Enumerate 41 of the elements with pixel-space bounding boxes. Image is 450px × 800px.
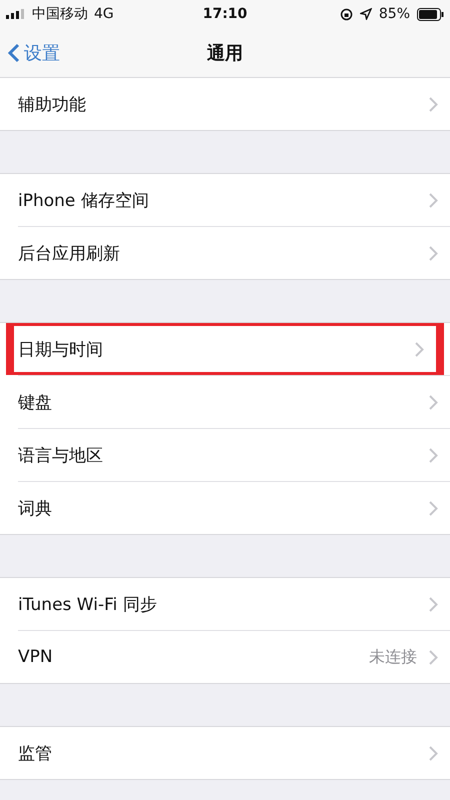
row-label: 语言与地区 xyxy=(18,444,104,466)
row-label: VPN xyxy=(18,647,54,667)
row-label: 键盘 xyxy=(18,392,53,414)
carrier-name: 中国移动 xyxy=(32,5,88,23)
chevron-icon xyxy=(429,596,438,612)
row-label: iPhone 储存空间 xyxy=(18,190,150,212)
back-chevron-icon xyxy=(8,42,20,62)
settings-row[interactable]: iTunes Wi-Fi 同步 xyxy=(0,578,450,630)
row-label: 辅助功能 xyxy=(18,94,87,116)
location-icon xyxy=(360,8,372,20)
row-label: 后台应用刷新 xyxy=(18,242,121,264)
settings-row[interactable]: 辅助功能 xyxy=(0,78,450,130)
settings-row[interactable]: VPN 未连接 xyxy=(0,631,450,683)
settings-row[interactable]: 键盘 xyxy=(0,376,450,428)
chevron-icon xyxy=(429,246,438,260)
network-type: 4G xyxy=(94,6,114,22)
rotation-lock-icon xyxy=(340,8,353,20)
row-label: 词典 xyxy=(18,498,53,520)
row-label: iTunes Wi-Fi 同步 xyxy=(18,594,158,616)
back-button[interactable]: 设置 xyxy=(0,40,68,64)
settings-row[interactable]: 词典 xyxy=(0,482,450,534)
settings-row[interactable]: 后台应用刷新 xyxy=(0,227,450,279)
chevron-icon xyxy=(429,448,438,462)
battery-percent: 85% xyxy=(378,6,410,22)
row-label: 监管 xyxy=(18,742,53,764)
row-label: 日期与时间 xyxy=(18,338,104,360)
chevron-icon xyxy=(429,500,438,516)
battery-icon xyxy=(417,8,444,20)
chevron-icon xyxy=(415,342,424,356)
settings-row[interactable]: 监管 xyxy=(0,727,450,779)
chevron-icon xyxy=(429,192,438,208)
settings-row[interactable]: 语言与地区 xyxy=(0,429,450,481)
page-title: 通用 xyxy=(207,42,243,64)
signal-icon xyxy=(6,9,26,19)
chevron-icon xyxy=(429,394,438,410)
status-time: 17:10 xyxy=(202,6,248,22)
chevron-icon xyxy=(429,650,438,664)
row-value: 未连接 xyxy=(369,646,417,668)
chevron-icon xyxy=(429,746,438,760)
settings-row[interactable]: iPhone 储存空间 xyxy=(0,174,450,226)
chevron-icon xyxy=(429,96,438,112)
